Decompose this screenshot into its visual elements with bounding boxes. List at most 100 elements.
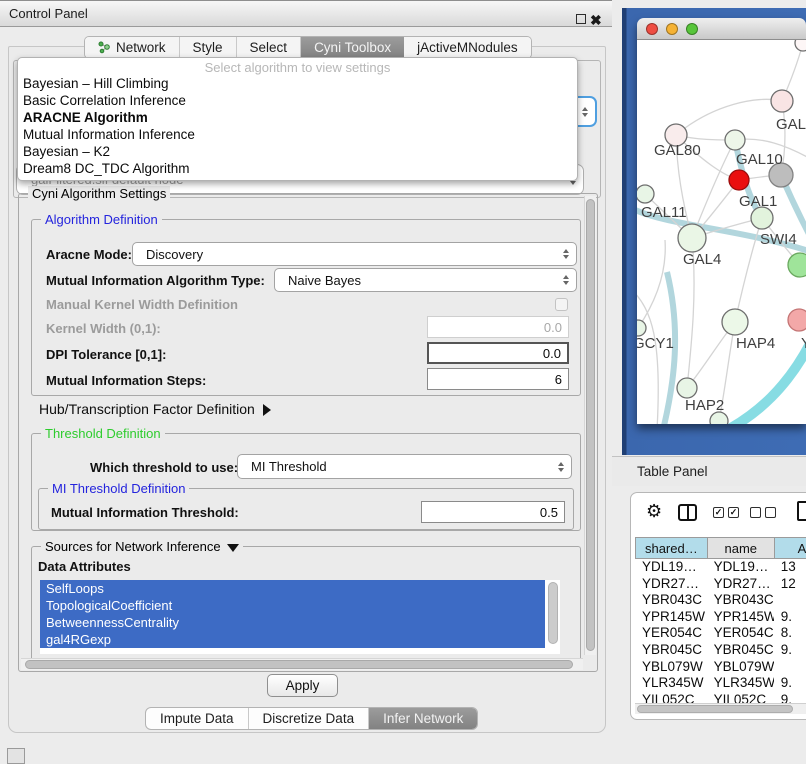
attribute-gal4rgexp[interactable]: gal4RGexp bbox=[40, 631, 545, 648]
algorithm-option-bayesian-hill-climbing[interactable]: Bayesian – Hill Climbing bbox=[18, 75, 577, 92]
tab-cyni-toolbox[interactable]: Cyni Toolbox bbox=[301, 37, 404, 58]
settings-vertical-scrollbar[interactable] bbox=[584, 196, 596, 655]
combo-spinner-icon bbox=[563, 249, 569, 259]
algorithm-option-basic-correlation-inference[interactable]: Basic Correlation Inference bbox=[18, 92, 577, 109]
algorithm-option-aracne-algorithm[interactable]: ARACNE Algorithm bbox=[18, 109, 577, 126]
network-node[interactable] bbox=[729, 170, 749, 190]
table-cell: YBR045C bbox=[707, 642, 774, 659]
table-row[interactable]: YDR27…YDR27…12 bbox=[635, 576, 806, 593]
close-icon[interactable]: ✖ bbox=[590, 7, 602, 33]
mi-threshold-value: 0.5 bbox=[540, 505, 558, 520]
network-node-gal[interactable] bbox=[771, 90, 793, 112]
cyni-bottom-tab-bar: Impute DataDiscretize DataInfer Network bbox=[145, 707, 478, 730]
control-panel-titlebar: Control Panel ✖ bbox=[0, 0, 612, 27]
dpi-tolerance-field[interactable]: 0.0 bbox=[427, 342, 569, 364]
table-row[interactable]: YPR145WYPR145W9. bbox=[635, 609, 806, 626]
mi-algorithm-type-combo[interactable]: Naive Bayes bbox=[274, 268, 577, 292]
expand-right-icon bbox=[263, 404, 271, 416]
tab-jactivemnodules[interactable]: jActiveMNodules bbox=[404, 37, 531, 58]
aracne-mode-combo[interactable]: Discovery bbox=[132, 242, 577, 266]
manual-kernel-width-checkbox[interactable] bbox=[555, 298, 568, 311]
table-cell: YDL19… bbox=[635, 559, 707, 576]
network-node-hap2[interactable] bbox=[677, 378, 697, 398]
column-header-shared-[interactable]: shared… bbox=[635, 538, 707, 558]
table-horizontal-scrollbar[interactable] bbox=[635, 703, 806, 714]
close-traffic-light-icon[interactable] bbox=[646, 23, 658, 35]
network-icon bbox=[98, 41, 111, 54]
table-cell: YDR27… bbox=[707, 576, 774, 593]
tab-impute-data[interactable]: Impute Data bbox=[146, 708, 249, 729]
mi-steps-field[interactable]: 6 bbox=[427, 368, 569, 390]
zoom-traffic-light-icon[interactable] bbox=[686, 23, 698, 35]
node-label-hap4: HAP4 bbox=[736, 335, 775, 352]
network-window-titlebar[interactable] bbox=[637, 18, 806, 40]
network-edge[interactable] bbox=[637, 290, 658, 424]
network-node[interactable] bbox=[795, 40, 806, 51]
list-scrollbar[interactable] bbox=[548, 582, 558, 644]
table-cell: YPR145W bbox=[707, 609, 774, 626]
kernel-width-value: 0.0 bbox=[544, 320, 562, 335]
network-edge[interactable] bbox=[638, 240, 665, 328]
network-node[interactable] bbox=[788, 253, 806, 277]
kernel-width-field[interactable]: 0.0 bbox=[427, 316, 569, 338]
node-label-gal11: GAL11 bbox=[641, 204, 687, 221]
deselect-checkbox-icon[interactable] bbox=[765, 507, 776, 518]
network-node-gcy1[interactable] bbox=[637, 320, 646, 336]
network-node-gal11[interactable] bbox=[637, 185, 654, 203]
algorithm-dropdown: Select algorithm to view settings Bayesi… bbox=[17, 57, 578, 181]
deselect-checkbox-icon[interactable] bbox=[750, 507, 761, 518]
algorithm-option-mutual-information-inference[interactable]: Mutual Information Inference bbox=[18, 126, 577, 143]
minimize-traffic-light-icon[interactable] bbox=[666, 23, 678, 35]
table-header: shared…nameA bbox=[635, 537, 806, 559]
network-canvas[interactable]: GALGAL80GAL10GAL11GAL1GAL4GCY1HAP4YHAP2S… bbox=[637, 40, 806, 424]
tab-style[interactable]: Style bbox=[180, 37, 237, 58]
table-panel: ⚙ ✓ ✓ shared…nameA YDL19…YDL19…13YDR27…Y… bbox=[630, 492, 806, 720]
columns-icon[interactable] bbox=[678, 504, 697, 521]
gear-icon[interactable]: ⚙ bbox=[646, 501, 662, 522]
attribute-betweennesscentrality[interactable]: BetweennessCentrality bbox=[40, 614, 545, 631]
table-row[interactable]: YBL079WYBL079W bbox=[635, 659, 806, 676]
apply-button[interactable]: Apply bbox=[267, 674, 338, 697]
node-label-gal1: GAL1 bbox=[739, 193, 777, 210]
table-row[interactable]: YDL19…YDL19…13 bbox=[635, 559, 806, 576]
select-all-checkbox-icon[interactable]: ✓ bbox=[713, 507, 724, 518]
tab-discretize-data[interactable]: Discretize Data bbox=[249, 708, 370, 729]
algorithm-option-bayesian-k2[interactable]: Bayesian – K2 bbox=[18, 143, 577, 160]
settings-horizontal-scrollbar[interactable] bbox=[21, 658, 583, 670]
table-cell: 9. bbox=[774, 675, 806, 692]
aracne-mode-label: Aracne Mode: bbox=[46, 247, 132, 262]
network-node-y[interactable] bbox=[788, 309, 806, 331]
column-header-name[interactable]: name bbox=[707, 538, 774, 558]
table-row[interactable]: YBR043CYBR043C bbox=[635, 592, 806, 609]
float-window-icon[interactable] bbox=[576, 14, 586, 24]
table-row[interactable]: YIL052CYIL052C9. bbox=[635, 692, 806, 703]
column-header-a[interactable]: A bbox=[774, 538, 806, 558]
network-node-gal1[interactable] bbox=[751, 207, 773, 229]
sources-group: Sources for Network Inference Data Attri… bbox=[31, 546, 581, 664]
which-threshold-combo[interactable]: MI Threshold bbox=[237, 454, 572, 479]
attribute-selfloops[interactable]: SelfLoops bbox=[40, 580, 545, 597]
mi-threshold-definition-group: MI Threshold Definition Mutual Informati… bbox=[38, 488, 574, 530]
tab-network[interactable]: Network bbox=[85, 37, 180, 58]
network-node-gal4[interactable] bbox=[678, 224, 706, 252]
dpi-tolerance-label: DPI Tolerance [0,1]: bbox=[46, 347, 166, 362]
tab-infer-network[interactable]: Infer Network bbox=[369, 708, 477, 729]
network-node-hap4[interactable] bbox=[722, 309, 748, 335]
node-label-gal4: GAL4 bbox=[683, 251, 721, 268]
document-icon[interactable] bbox=[797, 501, 806, 521]
data-attributes-list[interactable]: SelfLoopsTopologicalCoefficientBetweenne… bbox=[40, 580, 560, 654]
control-panel-tab-bar: NetworkStyleSelectCyni ToolboxjActiveMNo… bbox=[84, 36, 532, 59]
network-edge[interactable] bbox=[676, 99, 782, 135]
hub-definition-expander[interactable]: Hub/Transcription Factor Definition bbox=[39, 401, 271, 417]
table-row[interactable]: YER054CYER054C8. bbox=[635, 625, 806, 642]
mi-threshold-definition-title: MI Threshold Definition bbox=[48, 481, 189, 496]
algorithm-option-dream8-dc-tdc-algorithm[interactable]: Dream8 DC_TDC Algorithm bbox=[18, 160, 577, 177]
algorithm-definition-title: Algorithm Definition bbox=[41, 212, 162, 227]
mi-threshold-field[interactable]: 0.5 bbox=[421, 501, 565, 523]
table-row[interactable]: YLR345WYLR345W9. bbox=[635, 675, 806, 692]
attribute-topologicalcoefficient[interactable]: TopologicalCoefficient bbox=[40, 597, 545, 614]
table-row[interactable]: YBR045CYBR045C9. bbox=[635, 642, 806, 659]
select-all-checkbox-icon[interactable]: ✓ bbox=[728, 507, 739, 518]
network-node-gal10[interactable] bbox=[725, 130, 745, 150]
tab-select[interactable]: Select bbox=[237, 37, 302, 58]
